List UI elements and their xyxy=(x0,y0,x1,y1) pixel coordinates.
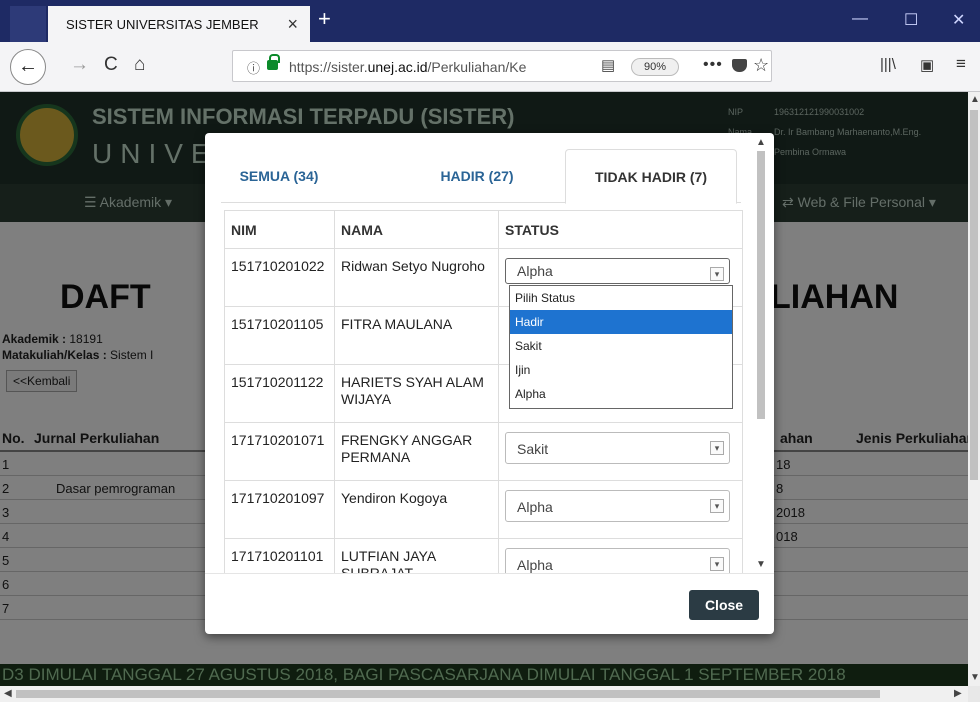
modal-scroll-up-icon[interactable]: ▲ xyxy=(756,137,766,148)
browser-tab-bar: SISTER UNIVERSITAS JEMBER × + — ☐ ✕ xyxy=(0,0,980,42)
tab-close-icon[interactable]: × xyxy=(287,14,298,35)
close-button[interactable]: Close xyxy=(689,590,759,620)
status-dropdown-list: Pilih Status Hadir Sakit Ijin Alpha xyxy=(509,285,733,409)
more-icon[interactable]: ••• xyxy=(703,56,723,74)
info-icon[interactable]: ⓘ xyxy=(247,58,260,77)
menu-icon[interactable]: ≡ xyxy=(956,54,966,74)
student-nama: HARIETS SYAH ALAM WIJAYA xyxy=(334,364,499,423)
header-status: STATUS xyxy=(498,210,743,249)
status-value: Alpha xyxy=(517,557,553,573)
student-nim: 151710201105 xyxy=(224,306,335,365)
dropdown-option[interactable]: Alpha xyxy=(510,382,732,406)
dropdown-option[interactable]: Sakit xyxy=(510,334,732,358)
dropdown-option[interactable]: Ijin xyxy=(510,358,732,382)
student-row: 171710201097 Yendiron Kogoya Alpha ▾ xyxy=(224,480,743,539)
tab-tidak-hadir[interactable]: TIDAK HADIR (7) xyxy=(565,149,737,204)
student-row: 171710201071 FRENGKY ANGGAR PERMANA Sakit ▾ xyxy=(224,422,743,481)
status-value: Alpha xyxy=(517,499,553,515)
student-row: 171710201101 LUTFIAN JAYA SUBRAJAT Alpha ▾ xyxy=(224,538,743,573)
student-nim: 171710201097 xyxy=(224,480,335,539)
chevron-down-icon[interactable]: ▾ xyxy=(710,267,724,281)
reader-view-icon[interactable]: ▤ xyxy=(601,56,615,74)
modal-scrollbar[interactable]: ▲ ▼ xyxy=(753,133,769,573)
home-icon[interactable]: ⌂ xyxy=(134,54,145,76)
attendance-modal: SEMUA (34) HADIR (27) TIDAK HADIR (7) NI… xyxy=(205,133,774,634)
header-nama: NAMA xyxy=(334,210,499,249)
dropdown-option[interactable]: Hadir xyxy=(510,310,732,334)
scroll-right-icon[interactable]: ▶ xyxy=(954,688,962,699)
tab-stub[interactable] xyxy=(10,6,46,42)
scroll-up-icon[interactable]: ▲ xyxy=(970,94,980,105)
student-nim: 171710201101 xyxy=(224,538,335,573)
minimize-button[interactable]: — xyxy=(852,10,868,28)
horizontal-scrollbar[interactable]: ◀ ▶ xyxy=(0,686,968,702)
library-icon[interactable]: |||\ xyxy=(880,56,896,73)
student-nama: FRENGKY ANGGAR PERMANA xyxy=(334,422,499,481)
status-value: Sakit xyxy=(517,441,549,457)
status-select[interactable]: Alpha ▾ xyxy=(505,548,730,573)
status-select[interactable]: Alpha ▾ xyxy=(505,258,730,284)
attendance-tabs: SEMUA (34) HADIR (27) TIDAK HADIR (7) xyxy=(221,149,741,204)
status-value: Alpha xyxy=(517,263,553,279)
back-arrow-icon[interactable]: ← xyxy=(10,49,46,85)
tab-hadir[interactable]: HADIR (27) xyxy=(397,149,557,203)
page-scrollbar[interactable]: ▲ ▼ xyxy=(968,92,980,686)
horizontal-scroll-thumb[interactable] xyxy=(16,690,880,698)
page-scroll-thumb[interactable] xyxy=(970,110,978,480)
chevron-down-icon[interactable]: ▾ xyxy=(710,441,724,455)
sidebar-icon[interactable]: ▣ xyxy=(920,56,934,74)
student-nama: LUTFIAN JAYA SUBRAJAT xyxy=(334,538,499,573)
status-select[interactable]: Sakit ▾ xyxy=(505,432,730,464)
student-nama: Ridwan Setyo Nugroho xyxy=(334,248,499,307)
zoom-badge[interactable]: 90% xyxy=(631,58,679,76)
dropdown-option[interactable]: Pilih Status xyxy=(510,286,732,310)
maximize-button[interactable]: ☐ xyxy=(904,10,918,30)
student-nama: FITRA MAULANA xyxy=(334,306,499,365)
tab-semua[interactable]: SEMUA (34) xyxy=(221,149,337,203)
chevron-down-icon[interactable]: ▾ xyxy=(710,499,724,513)
bookmark-star-icon[interactable]: ☆ xyxy=(753,55,769,76)
lock-icon xyxy=(267,54,280,70)
modal-footer: Close xyxy=(205,573,774,634)
forward-arrow-icon[interactable]: → xyxy=(70,54,89,76)
student-nim: 171710201071 xyxy=(224,422,335,481)
url-bar[interactable]: ⓘ https://sister.unej.ac.id/Perkuliahan/… xyxy=(232,50,772,82)
student-status: Sakit ▾ xyxy=(498,422,743,481)
window-close-button[interactable]: ✕ xyxy=(952,10,965,30)
pocket-icon[interactable] xyxy=(732,59,747,72)
scroll-down-icon[interactable]: ▼ xyxy=(970,672,980,683)
student-status: Alpha ▾ xyxy=(498,480,743,539)
modal-scroll-down-icon[interactable]: ▼ xyxy=(756,559,766,570)
header-nim: NIM xyxy=(224,210,335,249)
modal-scroll-thumb[interactable] xyxy=(757,151,765,419)
new-tab-button[interactable]: + xyxy=(318,6,331,32)
student-nim: 151710201122 xyxy=(224,364,335,423)
scroll-left-icon[interactable]: ◀ xyxy=(4,688,12,699)
student-nama: Yendiron Kogoya xyxy=(334,480,499,539)
reload-icon[interactable]: C xyxy=(104,54,118,76)
url-text[interactable]: https://sister.unej.ac.id/Perkuliahan/Ke xyxy=(289,59,579,75)
status-select[interactable]: Alpha ▾ xyxy=(505,490,730,522)
student-nim: 151710201022 xyxy=(224,248,335,307)
browser-tab[interactable]: SISTER UNIVERSITAS JEMBER × xyxy=(48,6,310,42)
student-status: Alpha ▾ xyxy=(498,538,743,573)
browser-nav-bar: ← → C ⌂ ⓘ https://sister.unej.ac.id/Perk… xyxy=(0,42,980,92)
tab-title: SISTER UNIVERSITAS JEMBER xyxy=(66,17,259,32)
chevron-down-icon[interactable]: ▾ xyxy=(710,557,724,571)
